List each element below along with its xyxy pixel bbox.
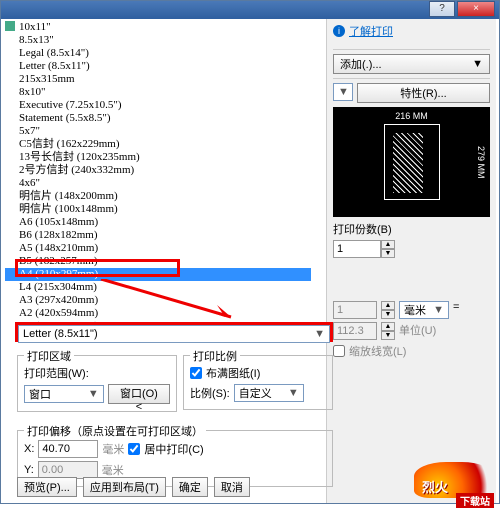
- cancel-button[interactable]: 取消: [214, 477, 250, 497]
- group-title: 打印区域: [24, 348, 74, 364]
- spin-up-icon[interactable]: ▲: [381, 240, 395, 249]
- list-item[interactable]: A3 (297x420mm): [5, 294, 326, 307]
- list-item[interactable]: B5 (182x257mm): [5, 255, 326, 268]
- chevron-down-icon: ▼: [433, 304, 444, 316]
- paper-size-list[interactable]: 10x11" 8.5x13" Legal (8.5x14") Letter (8…: [5, 21, 326, 333]
- watermark: 烈火 下载站: [414, 462, 494, 498]
- list-item[interactable]: 明信片 (100x148mm): [5, 203, 326, 216]
- fit-label: 布满图纸(I): [206, 365, 260, 381]
- paper-preview: 216 MM 279 MM: [333, 107, 490, 217]
- x-label: X:: [24, 443, 34, 455]
- chevron-down-icon: ▼: [88, 388, 99, 400]
- unit-label: 毫米: [102, 441, 124, 457]
- list-item[interactable]: 5x7": [5, 125, 326, 138]
- range-label: 打印范围(W):: [24, 365, 89, 381]
- print-range-combo[interactable]: 窗口 ▼: [24, 385, 104, 403]
- dialog-buttons: 预览(P)... 应用到布局(T) 确定 取消: [17, 477, 250, 497]
- left-column: 10x11" 8.5x13" Legal (8.5x14") Letter (8…: [1, 19, 326, 503]
- list-item[interactable]: 明信片 (148x200mm): [5, 190, 326, 203]
- preview-page: [384, 124, 440, 200]
- list-item[interactable]: 10x11": [5, 21, 326, 34]
- apply-layout-button[interactable]: 应用到布局(T): [83, 477, 166, 497]
- chevron-down-icon: ▼: [314, 328, 325, 340]
- list-item[interactable]: A5 (148x210mm): [5, 242, 326, 255]
- right-column: i 了解打印 添加(.)... ▼ ▼ 特性(R)... 216 MM 279 …: [326, 19, 496, 503]
- list-item[interactable]: C5信封 (162x229mm): [5, 138, 326, 151]
- app-icon: [5, 21, 15, 31]
- copies-label: 打印份数(B): [333, 221, 392, 237]
- preview-button[interactable]: 预览(P)...: [17, 477, 77, 497]
- center-checkbox[interactable]: [128, 443, 140, 455]
- y-label: Y:: [24, 464, 34, 476]
- print-area-group: 打印区域 打印范围(W): 窗口 ▼ 窗口(O)<: [17, 355, 177, 412]
- fit-paper-checkbox[interactable]: [190, 367, 202, 379]
- list-item[interactable]: 13号长信封 (120x235mm): [5, 151, 326, 164]
- chevron-down-icon: ▼: [472, 58, 483, 70]
- list-item[interactable]: 215x315mm: [5, 73, 326, 86]
- unit-label: 毫米: [102, 462, 124, 478]
- help-link[interactable]: i 了解打印: [333, 23, 393, 39]
- title-bar: ? ×: [1, 1, 499, 19]
- list-item[interactable]: A2 (420x594mm): [5, 307, 326, 320]
- watermark-text: 烈火: [422, 477, 448, 496]
- center-label: 居中打印(C): [144, 441, 203, 457]
- divider: [333, 49, 490, 50]
- chevron-down-icon: ▼: [288, 387, 299, 399]
- help-button[interactable]: ?: [429, 1, 455, 17]
- list-item[interactable]: Legal (8.5x14"): [5, 47, 326, 60]
- properties-button[interactable]: 特性(R)...: [357, 83, 490, 103]
- unit-combo[interactable]: 毫米 ▼: [399, 301, 449, 319]
- list-item[interactable]: 2号方信封 (240x332mm): [5, 164, 326, 177]
- list-item[interactable]: 4x6": [5, 177, 326, 190]
- copies-spinner[interactable]: ▲▼: [333, 240, 490, 258]
- annotation-highlight-2: Letter (8.5x11") ▼: [15, 322, 333, 342]
- preview-height: 279 MM: [476, 146, 486, 179]
- list-item[interactable]: Letter (8.5x11"): [5, 60, 326, 73]
- x-offset-input[interactable]: [38, 440, 98, 458]
- spin-down-icon[interactable]: ▼: [381, 249, 395, 258]
- list-item[interactable]: B6 (128x182mm): [5, 229, 326, 242]
- preview-width: 216 MM: [395, 111, 428, 121]
- scale-lineweight-checkbox[interactable]: [333, 345, 345, 357]
- group-title: 打印偏移（原点设置在可打印区域）: [24, 423, 206, 439]
- combo-value: Letter (8.5x11"): [23, 328, 98, 340]
- divider: [333, 78, 490, 79]
- list-item[interactable]: Statement (5.5x8.5"): [5, 112, 326, 125]
- paper-size-combo[interactable]: Letter (8.5x11") ▼: [18, 325, 330, 343]
- lineweight-label: 缩放线宽(L): [349, 343, 406, 359]
- list-item[interactable]: Executive (7.25x10.5"): [5, 99, 326, 112]
- list-item[interactable]: 8.5x13": [5, 34, 326, 47]
- group-title: 打印比例: [190, 348, 240, 364]
- unit-label: 单位(U): [399, 322, 436, 340]
- printer-combo[interactable]: ▼: [333, 83, 353, 101]
- scale-combo[interactable]: 自定义 ▼: [234, 384, 304, 402]
- close-button[interactable]: ×: [457, 1, 495, 17]
- window-pick-button[interactable]: 窗口(O)<: [108, 384, 170, 404]
- ok-button[interactable]: 确定: [172, 477, 208, 497]
- scale-num2[interactable]: [333, 322, 377, 340]
- copies-input[interactable]: [333, 240, 381, 258]
- add-button[interactable]: 添加(.)... ▼: [333, 54, 490, 74]
- print-scale-group: 打印比例 布满图纸(I) 比例(S): 自定义 ▼: [183, 355, 333, 410]
- list-item[interactable]: A6 (105x148mm): [5, 216, 326, 229]
- list-item[interactable]: 8x10": [5, 86, 326, 99]
- list-item[interactable]: L4 (215x304mm): [5, 281, 326, 294]
- watermark-sub: 下载站: [456, 493, 494, 508]
- scale-num1[interactable]: [333, 301, 377, 319]
- info-icon: i: [333, 25, 345, 37]
- chevron-down-icon: ▼: [338, 86, 349, 98]
- print-dialog: ? × 10x11" 8.5x13" Legal (8.5x14") Lette…: [0, 0, 500, 504]
- scale-label: 比例(S):: [190, 385, 230, 401]
- list-item-selected[interactable]: A4 (210x297mm): [5, 268, 311, 281]
